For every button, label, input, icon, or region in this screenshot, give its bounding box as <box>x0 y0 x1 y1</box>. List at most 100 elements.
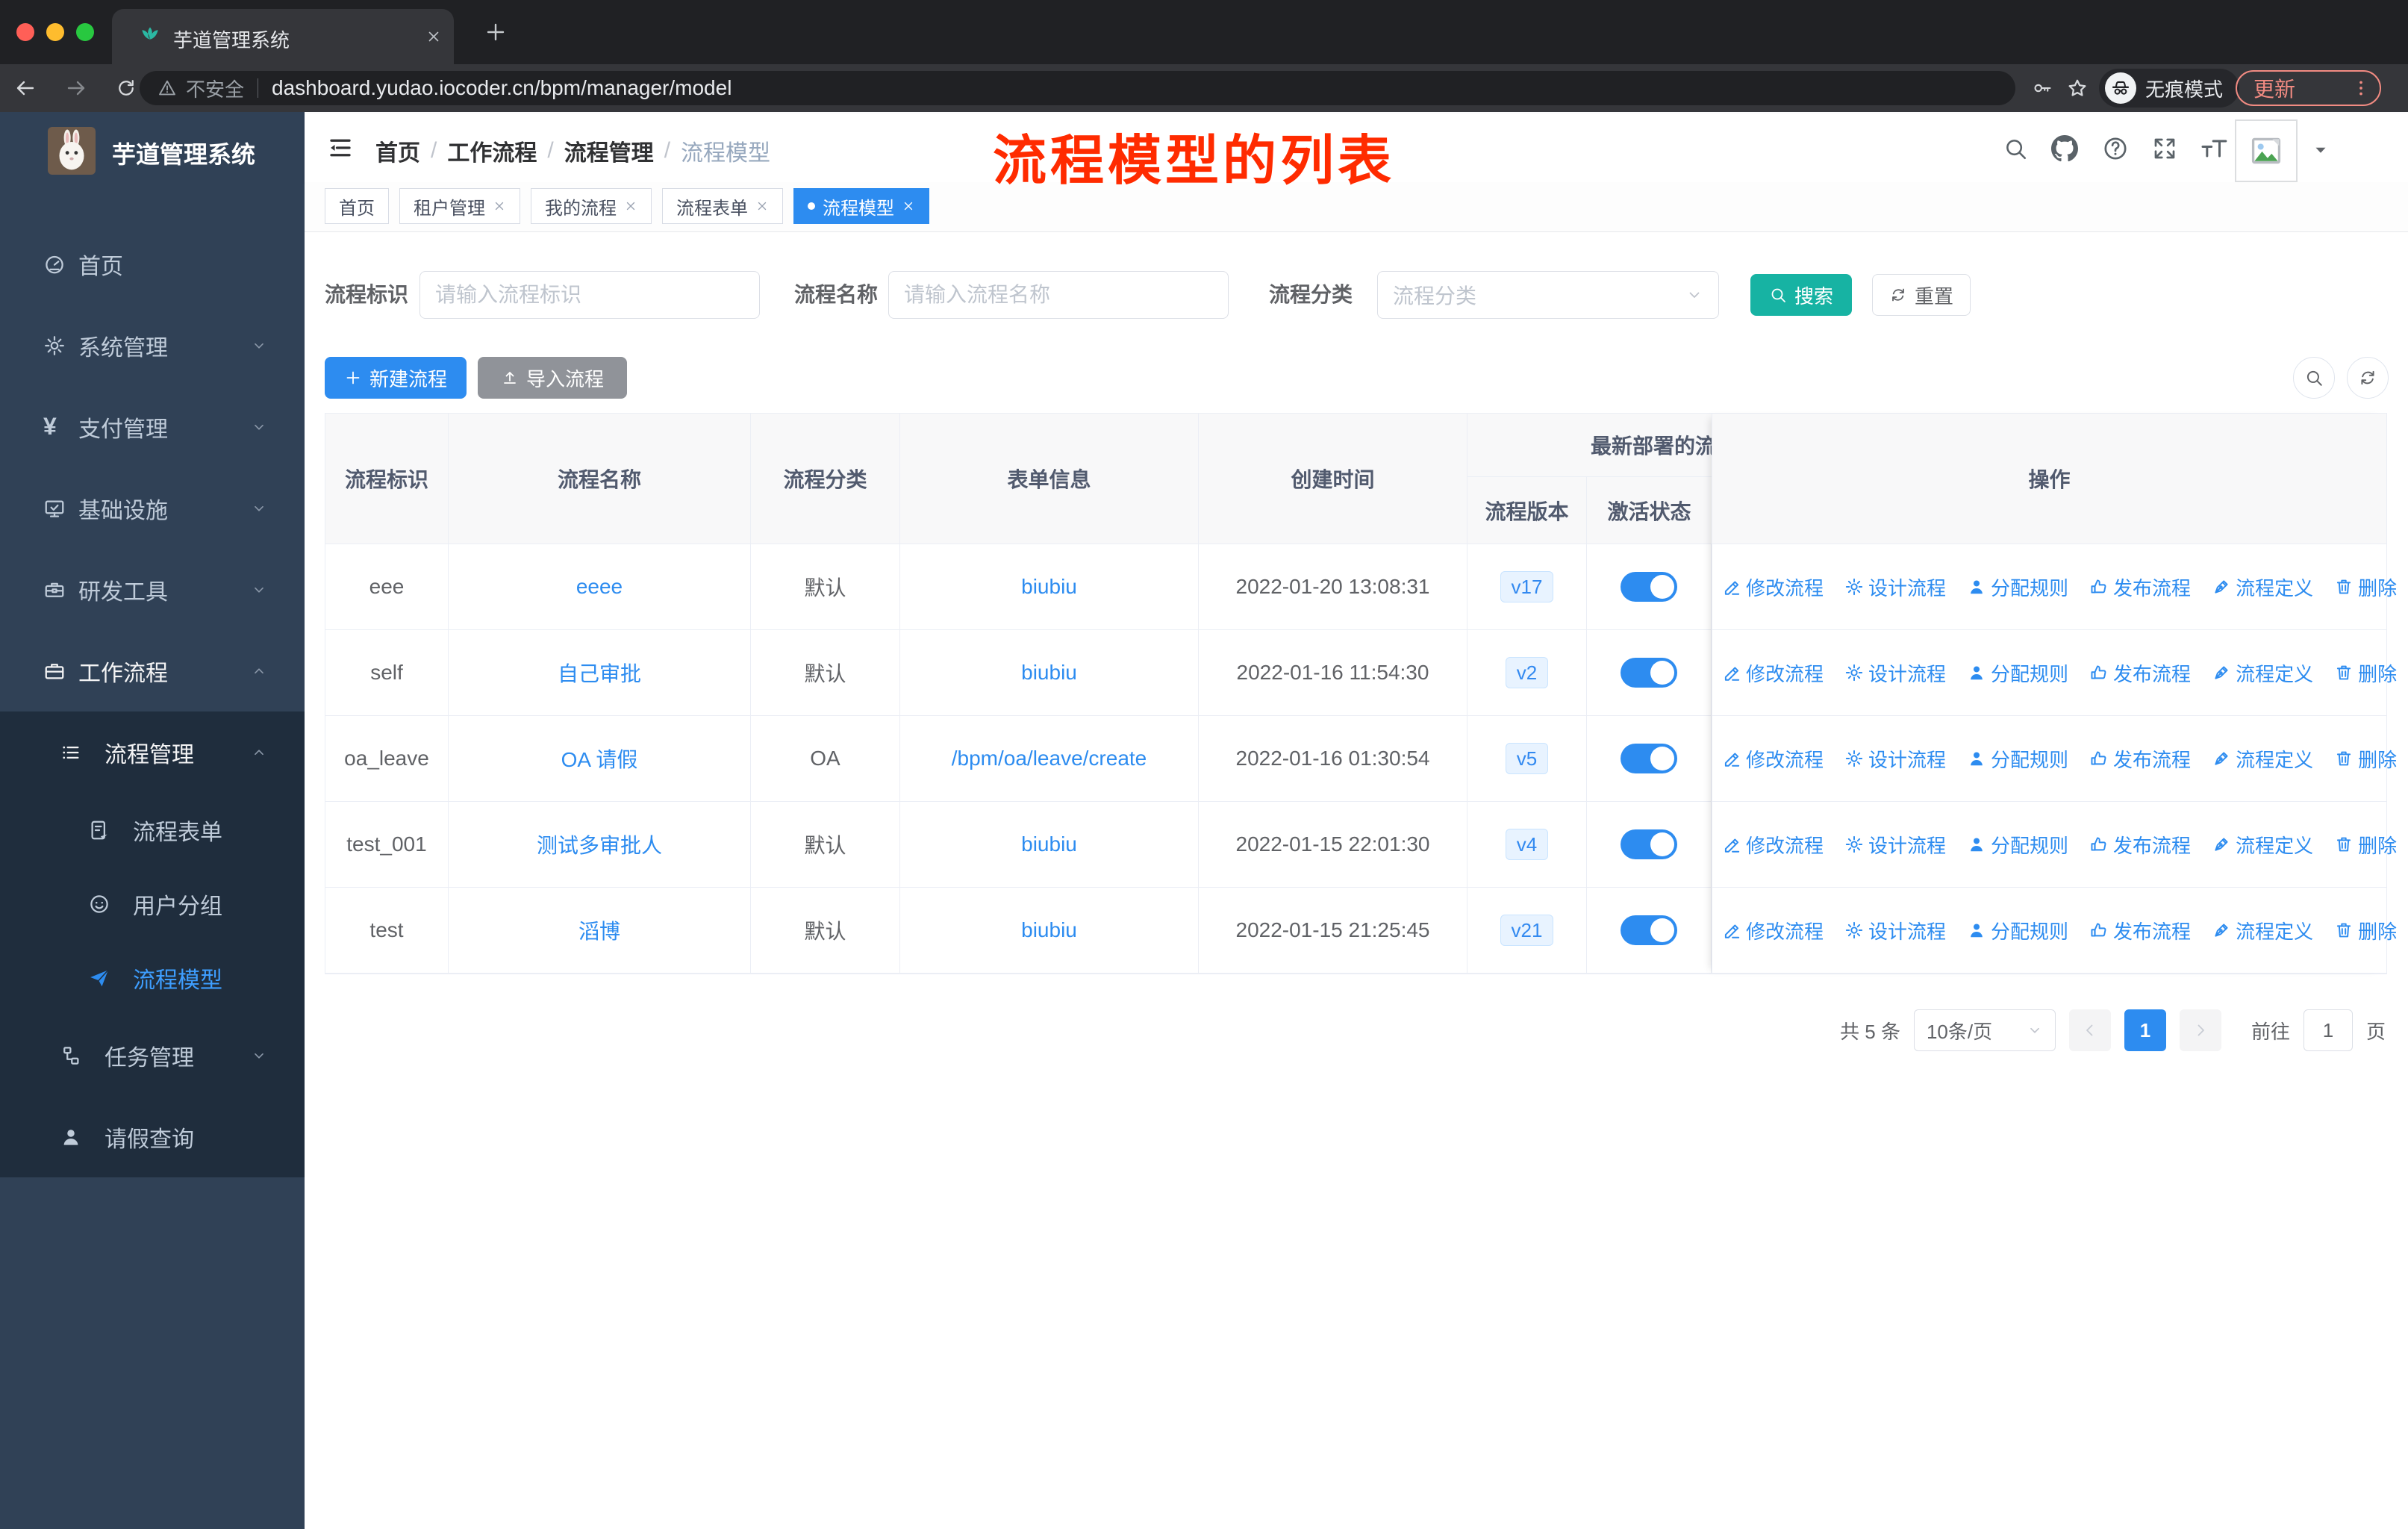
fullscreen-icon[interactable] <box>2151 135 2178 162</box>
process-name-link[interactable]: 滔博 <box>578 915 620 945</box>
publish-process-link[interactable]: 发布流程 <box>2089 917 2191 944</box>
publish-process-link[interactable]: 发布流程 <box>2089 659 2191 687</box>
delete-link[interactable]: 删除 <box>2334 573 2397 601</box>
process-category-select[interactable]: 流程分类 <box>1377 271 1719 319</box>
delete-link[interactable]: 删除 <box>2334 745 2397 773</box>
sidebar-item-leave-query[interactable]: 请假查询 <box>0 1096 305 1177</box>
address-bar[interactable]: 不安全 dashboard.yudao.iocoder.cn/bpm/manag… <box>140 71 2015 105</box>
process-key-input[interactable] <box>419 271 760 319</box>
toggle-search-button[interactable] <box>2293 357 2335 399</box>
forward-icon[interactable] <box>64 76 88 100</box>
page-size-select[interactable]: 10条/页 <box>1913 1009 2056 1051</box>
form-info-link[interactable]: biubiu <box>1021 832 1077 856</box>
version-badge[interactable]: v5 <box>1505 743 1549 774</box>
browser-update-button[interactable]: 更新 <box>2236 70 2381 106</box>
import-process-button[interactable]: 导入流程 <box>478 357 627 399</box>
sidebar-item-user-group[interactable]: 用户分组 <box>0 867 305 941</box>
breadcrumb-item[interactable]: 工作流程 <box>447 134 537 167</box>
tag-close-icon[interactable] <box>624 199 637 213</box>
sidebar-item-pay[interactable]: ¥ 支付管理 <box>0 386 305 467</box>
modify-process-link[interactable]: 修改流程 <box>1722 917 1824 944</box>
sidebar-item-workflow[interactable]: 工作流程 <box>0 630 305 711</box>
prev-page-button[interactable] <box>2068 1009 2111 1051</box>
github-icon[interactable] <box>2051 135 2078 162</box>
version-badge[interactable]: v21 <box>1500 915 1554 946</box>
delete-link[interactable]: 删除 <box>2334 831 2397 859</box>
close-window-button[interactable] <box>16 23 34 41</box>
assign-rule-link[interactable]: 分配规则 <box>1967 659 2068 687</box>
form-info-link[interactable]: biubiu <box>1021 918 1077 942</box>
reload-icon[interactable] <box>115 77 137 99</box>
assign-rule-link[interactable]: 分配规则 <box>1967 745 2068 773</box>
process-name-input[interactable] <box>888 271 1229 319</box>
design-process-link[interactable]: 设计流程 <box>1844 917 1946 944</box>
refresh-table-button[interactable] <box>2347 357 2389 399</box>
tab-close-icon[interactable] <box>425 28 442 45</box>
sidebar-collapse-icon[interactable] <box>327 134 354 161</box>
sidebar-item-task-mgmt[interactable]: 任务管理 <box>0 1015 305 1096</box>
version-badge[interactable]: v4 <box>1505 829 1549 860</box>
form-info-link[interactable]: biubiu <box>1021 661 1077 685</box>
modify-process-link[interactable]: 修改流程 <box>1722 831 1824 859</box>
process-definition-link[interactable]: 流程定义 <box>2212 659 2313 687</box>
assign-rule-link[interactable]: 分配规则 <box>1967 573 2068 601</box>
process-definition-link[interactable]: 流程定义 <box>2212 745 2313 773</box>
new-tab-button[interactable] <box>484 20 508 44</box>
process-definition-link[interactable]: 流程定义 <box>2212 573 2313 601</box>
design-process-link[interactable]: 设计流程 <box>1844 745 1946 773</box>
active-status-toggle[interactable] <box>1621 829 1677 859</box>
publish-process-link[interactable]: 发布流程 <box>2089 745 2191 773</box>
modify-process-link[interactable]: 修改流程 <box>1722 659 1824 687</box>
next-page-button[interactable] <box>2179 1009 2221 1051</box>
process-name-link[interactable]: OA 请假 <box>561 744 638 773</box>
process-name-link[interactable]: 自己审批 <box>558 658 641 688</box>
assign-rule-link[interactable]: 分配规则 <box>1967 917 2068 944</box>
tag-process-model[interactable]: 流程模型 <box>793 188 929 224</box>
tag-tenant[interactable]: 租户管理 <box>399 188 520 224</box>
publish-process-link[interactable]: 发布流程 <box>2089 831 2191 859</box>
active-status-toggle[interactable] <box>1621 658 1677 688</box>
key-icon[interactable] <box>2032 78 2053 99</box>
create-process-button[interactable]: 新建流程 <box>325 357 467 399</box>
breadcrumb-item[interactable]: 首页 <box>375 134 420 167</box>
design-process-link[interactable]: 设计流程 <box>1844 659 1946 687</box>
sidebar-item-devtools[interactable]: 研发工具 <box>0 549 305 630</box>
tag-home[interactable]: 首页 <box>325 188 389 224</box>
process-definition-link[interactable]: 流程定义 <box>2212 917 2313 944</box>
assign-rule-link[interactable]: 分配规则 <box>1967 831 2068 859</box>
process-definition-link[interactable]: 流程定义 <box>2212 831 2313 859</box>
tag-process-form[interactable]: 流程表单 <box>662 188 783 224</box>
version-badge[interactable]: v2 <box>1505 657 1549 688</box>
sidebar-item-home[interactable]: 首页 <box>0 223 305 305</box>
minimize-window-button[interactable] <box>46 23 64 41</box>
help-icon[interactable] <box>2102 135 2129 162</box>
version-badge[interactable]: v17 <box>1500 571 1554 602</box>
search-button[interactable]: 搜索 <box>1750 274 1852 316</box>
font-size-icon[interactable] <box>2199 134 2229 164</box>
goto-page-input[interactable] <box>2303 1009 2353 1051</box>
sidebar-item-system[interactable]: 系统管理 <box>0 305 305 386</box>
design-process-link[interactable]: 设计流程 <box>1844 573 1946 601</box>
bookmark-star-icon[interactable] <box>2066 77 2089 99</box>
active-status-toggle[interactable] <box>1621 915 1677 945</box>
modify-process-link[interactable]: 修改流程 <box>1722 573 1824 601</box>
tag-my-process[interactable]: 我的流程 <box>531 188 652 224</box>
search-icon[interactable] <box>2003 136 2028 161</box>
avatar[interactable] <box>2235 119 2298 182</box>
design-process-link[interactable]: 设计流程 <box>1844 831 1946 859</box>
modify-process-link[interactable]: 修改流程 <box>1722 745 1824 773</box>
publish-process-link[interactable]: 发布流程 <box>2089 573 2191 601</box>
user-menu-caret-icon[interactable] <box>2311 140 2330 160</box>
browser-menu-dots-icon[interactable] <box>2351 78 2371 98</box>
page-number-button[interactable]: 1 <box>2124 1009 2166 1051</box>
process-name-link[interactable]: eeee <box>576 575 623 599</box>
tag-close-icon[interactable] <box>902 199 915 213</box>
delete-link[interactable]: 删除 <box>2334 917 2397 944</box>
sidebar-item-process-form[interactable]: 流程表单 <box>0 793 305 867</box>
process-name-link[interactable]: 测试多审批人 <box>537 829 662 859</box>
back-icon[interactable] <box>13 76 37 100</box>
browser-tab[interactable]: 芋道管理系统 <box>112 9 454 64</box>
maximize-window-button[interactable] <box>76 23 94 41</box>
form-info-link[interactable]: biubiu <box>1021 575 1077 599</box>
delete-link[interactable]: 删除 <box>2334 659 2397 687</box>
